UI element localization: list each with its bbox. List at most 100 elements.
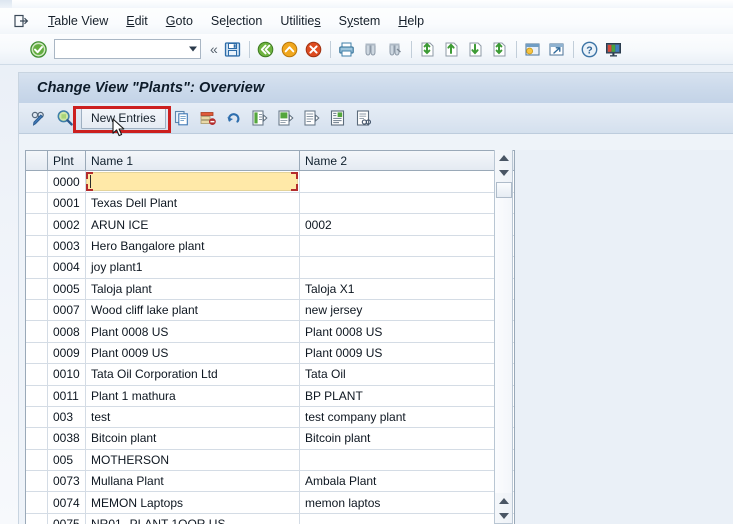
display-zoom-icon[interactable] bbox=[54, 107, 76, 129]
cell-plnt[interactable]: 0002 bbox=[47, 213, 86, 236]
command-field-input[interactable] bbox=[58, 41, 182, 57]
details-glasses-pencil-icon[interactable] bbox=[28, 107, 50, 129]
table-row[interactable]: 0003 Hero Bangalore plant bbox=[26, 235, 514, 258]
table-row[interactable]: 0004 joy plant1 bbox=[26, 256, 514, 279]
cell-plnt[interactable]: 0073 bbox=[47, 470, 86, 493]
cell-plnt[interactable]: 0010 bbox=[47, 363, 86, 386]
column-header-name1[interactable]: Name 1 bbox=[85, 151, 300, 171]
row-selector[interactable] bbox=[26, 385, 48, 407]
delete-row-icon[interactable] bbox=[197, 107, 219, 129]
menu-item-selection[interactable]: Selection bbox=[202, 13, 271, 29]
cell-plnt[interactable]: 0009 bbox=[47, 342, 86, 365]
row-selector[interactable] bbox=[26, 299, 48, 322]
row-selector[interactable] bbox=[26, 170, 48, 193]
system-menu-icon[interactable] bbox=[13, 13, 29, 29]
cell-plnt[interactable]: 0000 bbox=[47, 170, 86, 193]
cell-name1[interactable]: NR01--PLANT 1OOR US bbox=[85, 513, 300, 524]
last-page-icon[interactable] bbox=[489, 38, 511, 60]
table-row[interactable]: 0002 ARUN ICE 0002 bbox=[26, 213, 514, 236]
row-selector[interactable] bbox=[26, 278, 48, 300]
cell-name1[interactable]: Plant 0008 US bbox=[85, 320, 300, 343]
variant-icon[interactable] bbox=[327, 107, 349, 129]
cell-name1[interactable] bbox=[85, 170, 300, 193]
back-green-icon[interactable] bbox=[255, 38, 277, 60]
row-selector[interactable] bbox=[26, 363, 48, 386]
cell-name2[interactable]: test company plant bbox=[299, 406, 514, 429]
create-shortcut-icon[interactable] bbox=[546, 38, 568, 60]
cell-name2[interactable]: 0002 bbox=[299, 213, 514, 236]
undo-icon[interactable] bbox=[223, 107, 245, 129]
exit-yellow-icon[interactable] bbox=[279, 38, 301, 60]
cell-name1[interactable]: Hero Bangalore plant bbox=[85, 235, 300, 258]
cell-plnt[interactable]: 0003 bbox=[47, 235, 86, 258]
cell-plnt[interactable]: 0075 bbox=[47, 513, 86, 524]
cancel-red-icon[interactable] bbox=[303, 38, 325, 60]
customize-local-layout-icon[interactable] bbox=[603, 38, 625, 60]
cell-name1[interactable]: Mullana Plant bbox=[85, 470, 300, 493]
select-all-column-header[interactable] bbox=[26, 151, 48, 171]
menu-item-edit[interactable]: Edit bbox=[117, 13, 157, 29]
table-row[interactable]: 0075NR01--PLANT 1OOR US bbox=[26, 513, 514, 524]
find-next-icon[interactable] bbox=[384, 38, 406, 60]
copy-as-icon[interactable] bbox=[171, 107, 193, 129]
cell-plnt[interactable]: 0005 bbox=[47, 278, 86, 300]
row-selector[interactable] bbox=[26, 449, 48, 472]
row-selector[interactable] bbox=[26, 256, 48, 279]
cell-name2[interactable]: memon laptos bbox=[299, 491, 514, 514]
row-selector[interactable] bbox=[26, 406, 48, 429]
cell-plnt[interactable]: 005 bbox=[47, 449, 86, 472]
cell-name2[interactable]: Tata Oil bbox=[299, 363, 514, 386]
column-header-name2[interactable]: Name 2 bbox=[299, 151, 514, 171]
save-icon[interactable] bbox=[222, 38, 244, 60]
cell-plnt[interactable]: 0074 bbox=[47, 491, 86, 514]
row-selector[interactable] bbox=[26, 235, 48, 258]
new-entries-button[interactable]: New Entries bbox=[81, 107, 166, 129]
table-row[interactable]: 0008 Plant 0008 US Plant 0008 US bbox=[26, 320, 514, 343]
history-back-icon[interactable]: « bbox=[207, 41, 221, 57]
cell-plnt[interactable]: 0004 bbox=[47, 256, 86, 279]
row-selector[interactable] bbox=[26, 491, 48, 514]
cell-name1[interactable]: Taloja plant bbox=[85, 278, 300, 300]
select-all-icon[interactable] bbox=[249, 107, 271, 129]
cell-name2[interactable] bbox=[299, 256, 514, 279]
table-row[interactable]: 0010 Tata Oil Corporation Ltd Tata Oil bbox=[26, 363, 514, 386]
display-details-icon[interactable] bbox=[353, 107, 375, 129]
cell-name2[interactable]: Plant 0008 US bbox=[299, 320, 514, 343]
cell-plnt[interactable]: 003 bbox=[47, 406, 86, 429]
row-selector[interactable] bbox=[26, 320, 48, 343]
menu-item-table-view[interactable]: Table View bbox=[39, 13, 117, 29]
scroll-thumb[interactable] bbox=[495, 182, 512, 198]
row-selector[interactable] bbox=[26, 213, 48, 236]
cell-name2[interactable]: Bitcoin plant bbox=[299, 427, 514, 450]
cell-name2[interactable]: BP PLANT bbox=[299, 385, 514, 407]
cell-name1[interactable]: MOTHERSON bbox=[85, 449, 300, 472]
cell-name1[interactable]: Bitcoin plant bbox=[85, 427, 300, 450]
row-selector[interactable] bbox=[26, 192, 48, 215]
cell-name2[interactable]: new jersey bbox=[299, 299, 514, 322]
first-page-icon[interactable] bbox=[417, 38, 439, 60]
scroll-track[interactable] bbox=[495, 198, 512, 493]
green-check-enter-icon[interactable] bbox=[27, 38, 49, 60]
cell-name1[interactable]: joy plant1 bbox=[85, 256, 300, 279]
select-block-icon[interactable] bbox=[275, 107, 297, 129]
table-row[interactable]: 0074 MEMON Laptops memon laptos bbox=[26, 491, 514, 514]
cell-name1[interactable]: Plant 0009 US bbox=[85, 342, 300, 365]
chevron-down-icon[interactable] bbox=[189, 46, 197, 52]
menu-item-utilities[interactable]: Utilities bbox=[271, 13, 329, 29]
create-session-icon[interactable] bbox=[522, 38, 544, 60]
cell-name1[interactable]: Wood cliff lake plant bbox=[85, 299, 300, 322]
previous-page-icon[interactable] bbox=[441, 38, 463, 60]
next-page-icon[interactable] bbox=[465, 38, 487, 60]
cell-name1[interactable]: Tata Oil Corporation Ltd bbox=[85, 363, 300, 386]
find-icon[interactable] bbox=[360, 38, 382, 60]
cell-plnt[interactable]: 0007 bbox=[47, 299, 86, 322]
scroll-down-button[interactable] bbox=[495, 165, 512, 180]
table-row[interactable]: 0005 Taloja plant Taloja X1 bbox=[26, 278, 514, 300]
cell-name1[interactable]: Plant 1 mathura bbox=[85, 385, 300, 407]
cell-name1[interactable]: Texas Dell Plant bbox=[85, 192, 300, 215]
scroll-down-button-bottom[interactable] bbox=[495, 508, 512, 523]
cell-name2[interactable] bbox=[299, 170, 514, 193]
column-header-plnt[interactable]: Plnt bbox=[47, 151, 86, 171]
cell-name2[interactable] bbox=[299, 513, 514, 524]
table-row[interactable]: 0007 Wood cliff lake plant new jersey bbox=[26, 299, 514, 322]
